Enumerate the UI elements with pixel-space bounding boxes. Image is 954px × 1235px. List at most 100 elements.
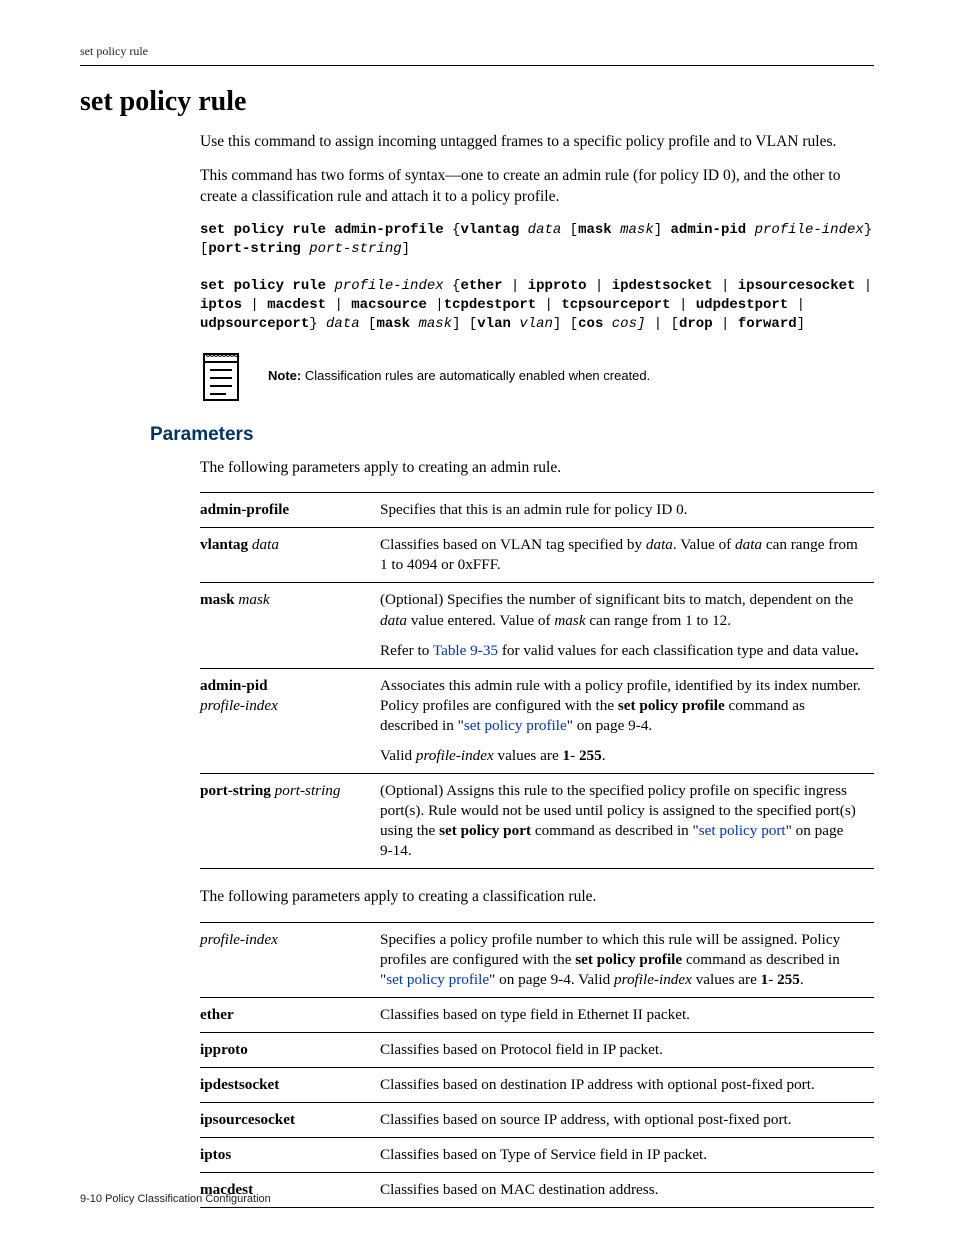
syntax-keyword: set policy rule admin-profile <box>200 222 444 238</box>
desc-bold: 255 <box>579 747 602 764</box>
syntax-var: data <box>326 316 360 332</box>
param-desc: Classifies based on source IP address, w… <box>380 1102 874 1137</box>
body-content: Use this command to assign incoming unta… <box>200 132 874 402</box>
desc-italic: mask <box>554 612 585 629</box>
term-bold: ipdestsocket <box>200 1076 279 1093</box>
syntax-keyword: ipdestsocket <box>612 278 713 294</box>
page: set policy rule set policy rule Use this… <box>0 0 954 1235</box>
table-row: mask mask (Optional) Specifies the numbe… <box>200 583 874 668</box>
param-term: ipproto <box>200 1032 380 1067</box>
note-icon <box>200 352 244 402</box>
syntax-keyword: set policy rule <box>200 278 326 294</box>
param-desc: Classifies based on Protocol field in IP… <box>380 1032 874 1067</box>
syntax-keyword: tcpsourceport <box>561 297 670 313</box>
table-row: admin-profile Specifies that this is an … <box>200 493 874 528</box>
desc-text: value entered. Value of <box>407 612 554 629</box>
syntax-keyword: iptos <box>200 297 242 313</box>
param-desc: Classifies based on type field in Ethern… <box>380 997 874 1032</box>
term-bold: ether <box>200 1006 234 1023</box>
param-desc: Classifies based on destination IP addre… <box>380 1067 874 1102</box>
desc-text: can range from 1 to 12. <box>586 612 732 629</box>
syntax-var: port-string <box>309 241 401 257</box>
syntax-keyword: udpsourceport <box>200 316 309 332</box>
desc-text: . <box>800 971 804 988</box>
desc-text: " on page 9‑4. Valid <box>489 971 614 988</box>
class-parameters-table: profile-index Specifies a policy profile… <box>200 922 874 1209</box>
desc-text: Valid <box>380 747 416 764</box>
page-title: set policy rule <box>80 86 874 118</box>
syntax-var: profile-index <box>755 222 864 238</box>
param-desc: (Optional) Assigns this rule to the spec… <box>380 773 874 868</box>
term-bold: vlantag <box>200 536 248 553</box>
syntax-keyword: vlantag <box>460 222 519 238</box>
table-cross-ref-link[interactable]: Table 9‑35 <box>433 642 498 659</box>
param-desc: (Optional) Specifies the number of signi… <box>380 583 874 668</box>
param-term: ipdestsocket <box>200 1067 380 1102</box>
param-term: ipsourcesocket <box>200 1102 380 1137</box>
syntax-keyword: udpdestport <box>696 297 788 313</box>
term-bold: ipsourcesocket <box>200 1111 295 1128</box>
desc-text: Classifies based on VLAN tag specified b… <box>380 536 646 553</box>
syntax-keyword: cos <box>578 316 603 332</box>
param-term: iptos <box>200 1138 380 1173</box>
note-body: Classification rules are automatically e… <box>305 368 650 383</box>
syntax-keyword: ipproto <box>528 278 587 294</box>
syntax-keyword: macsource <box>351 297 427 313</box>
desc-subpara: Valid profile-index values are 1- 255. <box>380 746 864 766</box>
param-term: admin-pid profile-index <box>200 668 380 773</box>
header-rule <box>80 65 874 66</box>
term-bold: port-string <box>200 782 271 799</box>
term-italic: mask <box>238 591 269 608</box>
desc-text: values are <box>494 747 563 764</box>
param-desc: Classifies based on Type of Service fiel… <box>380 1138 874 1173</box>
table-row: iptos Classifies based on Type of Servic… <box>200 1138 874 1173</box>
desc-bold: . <box>855 642 859 659</box>
desc-bold: set policy port <box>439 822 531 839</box>
syntax-var: profile-index <box>334 278 443 294</box>
cross-ref-link[interactable]: set policy profile <box>464 717 567 734</box>
intro-paragraph: Use this command to assign incoming unta… <box>200 132 874 152</box>
term-bold: ipproto <box>200 1041 248 1058</box>
param-desc: Specifies a policy profile number to whi… <box>380 922 874 997</box>
desc-text: values are <box>692 971 761 988</box>
term-bold: admin-profile <box>200 501 289 518</box>
param-term: vlantag data <box>200 528 380 583</box>
desc-bold: 255 <box>777 971 800 988</box>
desc-text: - <box>570 747 579 764</box>
syntax-var: mask <box>418 316 452 332</box>
desc-text: command as described in " <box>531 822 699 839</box>
syntax-keyword: ipsourcesocket <box>738 278 856 294</box>
parameters-body: The following parameters apply to creati… <box>200 458 874 1208</box>
syntax-var: mask <box>620 222 654 238</box>
syntax-keyword: mask <box>578 222 612 238</box>
desc-text: Refer to <box>380 642 433 659</box>
table-row: macdest Classifies based on MAC destinat… <box>200 1173 874 1208</box>
note-text: Note: Classification rules are automatic… <box>268 368 650 385</box>
parameters-intro-class: The following parameters apply to creati… <box>200 887 874 907</box>
term-bold: admin-pid <box>200 677 268 694</box>
term-italic: profile-index <box>200 697 278 714</box>
desc-text: for valid values for each classification… <box>498 642 855 659</box>
desc-text: (Optional) Specifies the number of signi… <box>380 591 853 608</box>
table-row: ipdestsocket Classifies based on destina… <box>200 1067 874 1102</box>
desc-bold: set policy profile <box>575 951 682 968</box>
syntax-block-class: set policy rule profile-index {ether | i… <box>200 277 874 334</box>
cross-ref-link[interactable]: set policy port <box>699 822 786 839</box>
syntax-keyword: port-string <box>208 241 300 257</box>
intro-paragraph: This command has two forms of syntax—one… <box>200 166 874 207</box>
syntax-keyword: tcpdestport <box>444 297 536 313</box>
param-desc: Classifies based on VLAN tag specified b… <box>380 528 874 583</box>
cross-ref-link[interactable]: set policy profile <box>386 971 489 988</box>
syntax-var: cos] <box>612 316 646 332</box>
desc-italic: data <box>380 612 407 629</box>
syntax-keyword: mask <box>376 316 410 332</box>
syntax-keyword: admin-pid <box>671 222 747 238</box>
term-italic: data <box>252 536 279 553</box>
param-term: admin-profile <box>200 493 380 528</box>
table-row: vlantag data Classifies based on VLAN ta… <box>200 528 874 583</box>
syntax-var: data <box>528 222 562 238</box>
param-desc: Associates this admin rule with a policy… <box>380 668 874 773</box>
desc-subpara: Refer to Table 9‑35 for valid values for… <box>380 641 864 661</box>
desc-italic: profile-index <box>416 747 494 764</box>
desc-text: " on page 9‑4. <box>567 717 653 734</box>
